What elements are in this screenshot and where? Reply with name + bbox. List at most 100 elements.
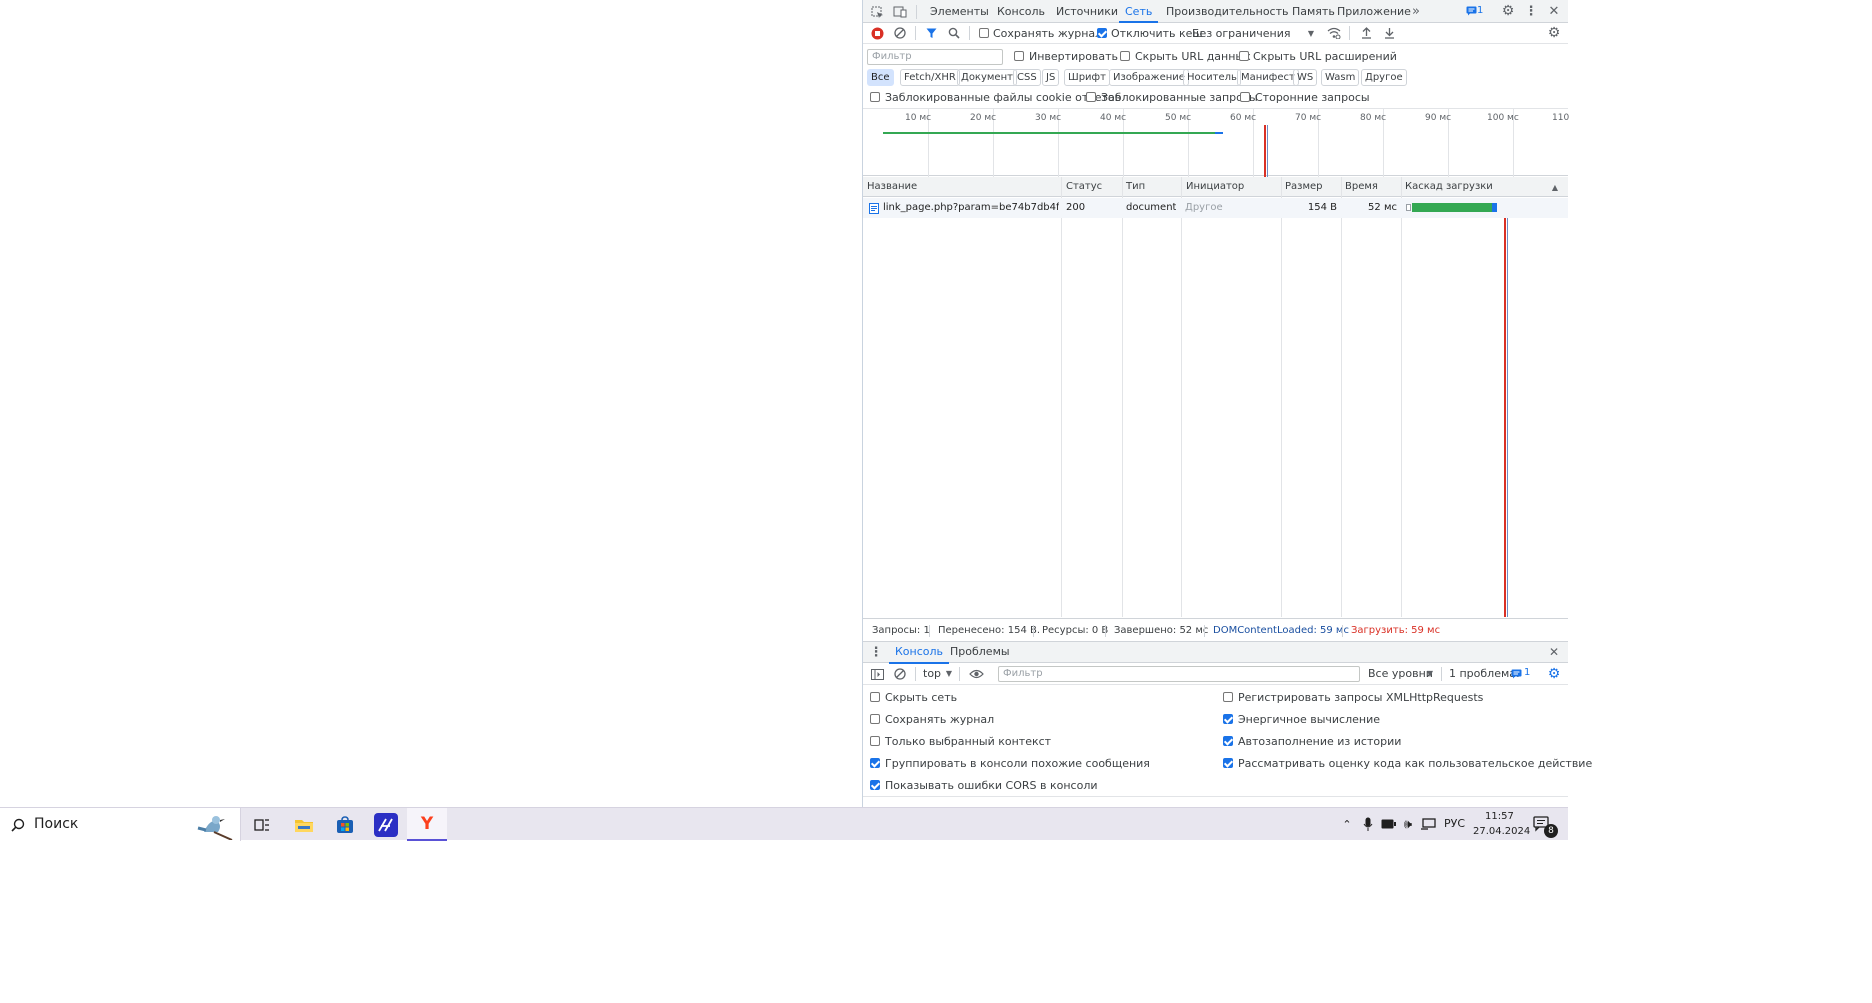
tab-elements[interactable]: Элементы (930, 0, 989, 23)
type-filter-all[interactable]: Все (867, 69, 894, 86)
device-toolbar-icon[interactable] (892, 4, 908, 20)
issues-message-icon[interactable] (1510, 668, 1522, 680)
clock-time[interactable]: 11:57 (1485, 811, 1514, 822)
type-filter-js[interactable]: JS (1042, 69, 1060, 86)
input-language[interactable]: РУС (1444, 817, 1465, 830)
settings-gear-icon[interactable]: ⚙ (1500, 3, 1516, 19)
sort-up-icon[interactable]: ▲ (1549, 181, 1561, 193)
yandex-browser-icon: Y (420, 814, 434, 834)
blocked-cookies-checkbox[interactable] (870, 92, 880, 102)
setting-checkbox[interactable] (870, 714, 880, 724)
setting-checkbox[interactable] (1223, 692, 1233, 702)
preserve-log-label: Сохранять журнал (993, 27, 1103, 40)
summary-finished: Завершено: 52 мс (1114, 625, 1209, 636)
type-filter-font[interactable]: Шрифт (1064, 69, 1110, 86)
issues-badge-icon[interactable] (1465, 5, 1477, 17)
live-expression-eye-icon[interactable] (967, 666, 985, 682)
app-launcher-icon[interactable] (374, 813, 398, 837)
type-filter-image[interactable]: Изображение (1109, 69, 1189, 86)
tab-application[interactable]: Приложение (1337, 0, 1411, 23)
type-filter-manifest[interactable]: Манифест (1237, 69, 1299, 86)
type-filter-other[interactable]: Другое (1361, 69, 1407, 86)
network-overview-timeline[interactable]: 10 мс 20 мс 30 мс 40 мс 50 мс 60 мс 70 м… (863, 108, 1569, 177)
column-initiator[interactable]: Инициатор (1182, 177, 1244, 197)
export-har-icon[interactable] (1382, 26, 1396, 40)
close-devtools-icon[interactable]: ✕ (1546, 3, 1562, 19)
search-icon[interactable] (947, 26, 961, 40)
throttling-select[interactable]: Без ограничения (1192, 27, 1290, 40)
setting-checkbox[interactable] (1223, 736, 1233, 746)
hide-data-urls-checkbox[interactable] (1120, 51, 1130, 61)
clock-date[interactable]: 27.04.2024 (1473, 826, 1530, 837)
request-name[interactable]: link_page.php?param=be74b7db4f5c... (883, 198, 1059, 218)
taskbar-search-box[interactable]: Поиск (0, 808, 241, 841)
type-filter-wasm[interactable]: Wasm (1321, 69, 1360, 86)
chevron-up-icon[interactable]: ⌃ (1340, 817, 1354, 831)
setting-label: Рассматривать оценку кода как пользовате… (1238, 757, 1593, 770)
devtools-panel: Элементы Консоль Источники Сеть Производ… (863, 0, 1592, 807)
type-filter-fetch-xhr[interactable]: Fetch/XHR (900, 69, 960, 86)
column-status[interactable]: Статус (1062, 177, 1102, 197)
preserve-log-checkbox[interactable] (979, 28, 989, 38)
drawer-menu-icon[interactable]: ⋮ (869, 644, 883, 660)
clear-icon[interactable] (893, 26, 907, 40)
overview-download-bar (1215, 132, 1223, 134)
inspect-element-icon[interactable] (869, 4, 885, 20)
third-party-checkbox[interactable] (1240, 92, 1250, 102)
yandex-browser-taskbar-button[interactable]: Y (407, 808, 447, 841)
setting-checkbox[interactable] (870, 692, 880, 702)
blocked-requests-checkbox[interactable] (1086, 92, 1096, 102)
battery-icon[interactable] (1380, 816, 1396, 832)
tab-memory[interactable]: Память (1292, 0, 1335, 23)
levels-chevron-icon[interactable]: ▼ (1424, 667, 1436, 679)
column-type[interactable]: Тип (1122, 177, 1145, 197)
setting-checkbox[interactable] (870, 736, 880, 746)
type-filter-document[interactable]: Документ (957, 69, 1017, 86)
microphone-icon[interactable] (1361, 816, 1375, 832)
network-settings-gear-icon[interactable]: ⚙ (1546, 25, 1562, 41)
search-icon (10, 817, 26, 833)
task-view-icon[interactable] (250, 813, 274, 837)
network-filter-input[interactable]: Фильтр (867, 49, 1003, 65)
hide-extension-urls-checkbox[interactable] (1239, 51, 1249, 61)
console-settings-gear-icon[interactable]: ⚙ (1546, 666, 1562, 682)
column-waterfall[interactable]: Каскад загрузки (1401, 177, 1493, 197)
setting-checkbox[interactable] (870, 758, 880, 768)
more-options-icon[interactable]: ⋮ (1524, 3, 1538, 19)
drawer-tab-console[interactable]: Консоль (889, 642, 950, 664)
tab-sources[interactable]: Источники (1056, 0, 1118, 23)
import-har-icon[interactable] (1359, 26, 1373, 40)
disable-cache-checkbox[interactable] (1097, 28, 1107, 38)
column-time[interactable]: Время (1341, 177, 1378, 197)
type-filter-ws[interactable]: WS (1293, 69, 1318, 86)
type-filter-media[interactable]: Носитель (1183, 69, 1241, 86)
context-select[interactable]: top (923, 667, 941, 680)
console-filter-input[interactable]: Фильтр (998, 666, 1360, 682)
tab-console[interactable]: Консоль (997, 0, 1045, 23)
microsoft-store-icon[interactable] (333, 813, 357, 837)
record-stop-icon[interactable] (870, 26, 884, 40)
network-monitor-icon[interactable] (1420, 816, 1436, 832)
more-tabs-icon[interactable]: » (1409, 3, 1423, 19)
filter-funnel-icon[interactable] (924, 26, 938, 40)
tab-network[interactable]: Сеть (1119, 0, 1159, 23)
sidebar-toggle-icon[interactable] (869, 666, 885, 682)
speaker-volume-icon[interactable]: 🕪 (1400, 816, 1416, 832)
type-filter-css[interactable]: CSS (1013, 69, 1041, 86)
network-conditions-icon[interactable] (1326, 26, 1342, 40)
chevron-down-icon[interactable]: ▼ (1305, 27, 1317, 39)
invert-checkbox[interactable] (1014, 51, 1024, 61)
drawer-tab-issues[interactable]: Проблемы (950, 642, 1010, 664)
close-drawer-icon[interactable]: ✕ (1547, 645, 1561, 659)
setting-checkbox[interactable] (870, 780, 880, 790)
column-size[interactable]: Размер (1281, 177, 1323, 197)
file-explorer-icon[interactable] (292, 813, 316, 837)
network-summary-bar: Запросы: 1 Перенесено: 154 В. Ресурсы: 0… (863, 618, 1568, 641)
tab-performance[interactable]: Производительность (1166, 0, 1289, 23)
hide-extension-urls-label: Скрыть URL расширений (1253, 50, 1397, 63)
column-name[interactable]: Название (863, 177, 917, 197)
setting-checkbox[interactable] (1223, 714, 1233, 724)
clear-console-icon[interactable] (893, 666, 907, 682)
context-chevron-icon[interactable]: ▼ (943, 667, 955, 679)
setting-checkbox[interactable] (1223, 758, 1233, 768)
